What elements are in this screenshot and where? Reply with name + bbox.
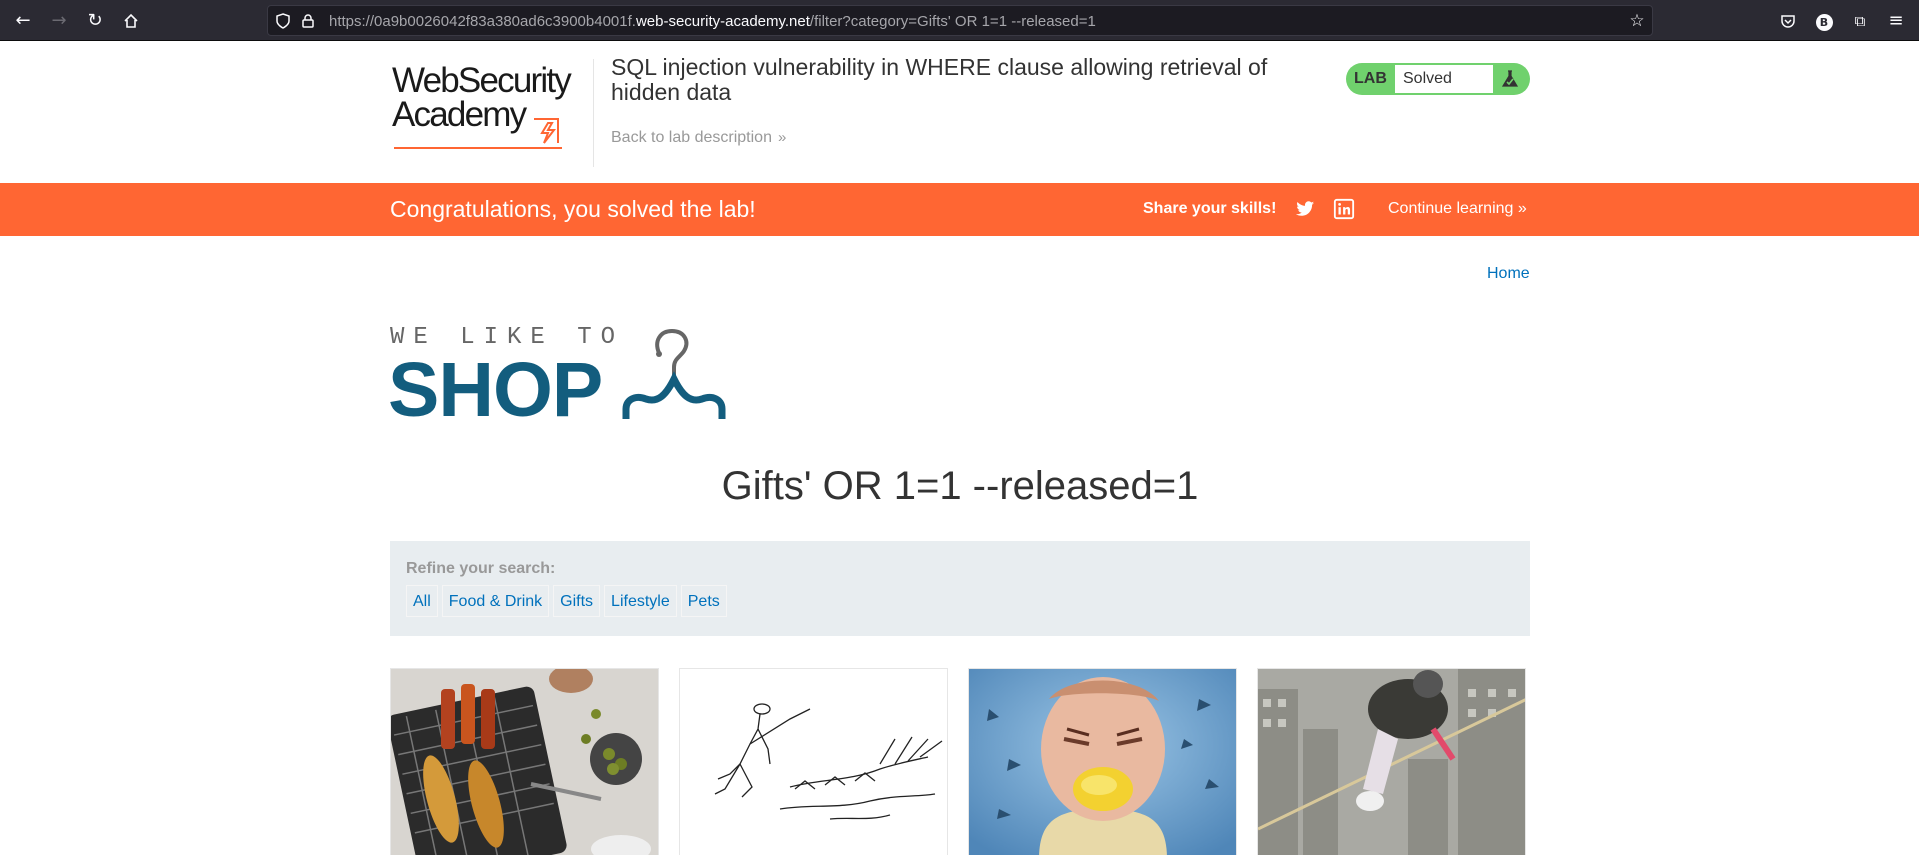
url-prefix: https://0a9b0026042f83a380ad6c3900b4001f… — [329, 13, 636, 30]
header-divider — [593, 59, 594, 167]
back-to-description-link[interactable]: Back to lab description » — [611, 129, 786, 147]
badge-lab-label: LAB — [1354, 70, 1387, 87]
url-host: web-security-academy.net — [635, 13, 810, 30]
product-card[interactable] — [679, 668, 948, 855]
browser-toolbar: ← → ↻ https://0a9b0026042f83a380ad6c3900… — [0, 0, 1919, 41]
product-card[interactable] — [968, 668, 1237, 855]
refine-label: Refine your search: — [406, 560, 556, 577]
home-link[interactable]: Home — [1487, 265, 1530, 283]
filter-gifts[interactable]: Gifts — [553, 585, 601, 617]
logo-line2: Academy — [392, 95, 527, 134]
logo-underline — [394, 147, 562, 149]
reload-icon[interactable]: ↻ — [82, 8, 108, 34]
shop-logo: WE LIKE TO SHOP — [388, 323, 750, 433]
academy-header: WebSecurity Academy SQL injection vulner… — [0, 41, 1919, 183]
page-heading: Gifts' OR 1=1 --released=1 — [721, 464, 1199, 508]
filter-lifestyle[interactable]: Lifestyle — [604, 585, 677, 617]
refine-search-panel: Refine your search: All Food & Drink Gif… — [390, 541, 1530, 636]
solved-banner: Congratulations, you solved the lab! Sha… — [0, 183, 1919, 236]
pocket-icon[interactable] — [1775, 8, 1801, 34]
lab-title: SQL injection vulnerability in WHERE cla… — [611, 54, 1268, 105]
skyscraper-tightrope-image — [1258, 669, 1525, 855]
profile-avatar[interactable]: B — [1811, 8, 1837, 34]
lightning-icon — [534, 118, 559, 144]
back-link-label: Back to lab description — [611, 129, 772, 146]
double-chevron-icon: » — [1517, 200, 1527, 217]
home-icon[interactable] — [118, 8, 144, 34]
barbecue-skewers-image — [391, 669, 658, 855]
filter-pets[interactable]: Pets — [680, 585, 727, 617]
flask-icon — [1501, 70, 1519, 87]
badge-status: Solved — [1395, 65, 1493, 93]
lab-status-badge: LAB Solved — [1346, 63, 1530, 95]
product-card[interactable] — [1257, 668, 1526, 855]
category-filters: All Food & Drink Gifts Lifestyle Pets — [406, 585, 727, 617]
bookmark-star-icon[interactable]: ☆ — [1627, 11, 1647, 31]
back-arrow-icon[interactable]: ← — [10, 8, 36, 34]
lemon-face-image — [969, 669, 1236, 855]
hunting-sketch-image — [680, 669, 947, 855]
share-label: Share your skills! — [1143, 200, 1277, 217]
filter-food-drink[interactable]: Food & Drink — [441, 585, 550, 617]
hanger-icon — [622, 329, 726, 419]
linkedin-icon[interactable] — [1333, 198, 1355, 220]
shop-logo-word: SHOP — [388, 347, 603, 433]
menu-icon[interactable]: ≡ — [1883, 8, 1909, 34]
address-bar[interactable]: https://0a9b0026042f83a380ad6c3900b4001f… — [267, 5, 1653, 36]
product-card[interactable] — [390, 668, 659, 855]
filter-all[interactable]: All — [406, 585, 438, 617]
url-path: /filter?category=Gifts' OR 1=1 --release… — [809, 13, 1096, 30]
shield-icon[interactable] — [273, 11, 293, 31]
profile-initial: B — [1815, 14, 1833, 31]
continue-learning-link[interactable]: Continue learning » — [1388, 200, 1527, 218]
lock-icon[interactable] — [298, 11, 318, 31]
twitter-icon[interactable] — [1294, 198, 1316, 220]
double-chevron-icon: » — [777, 129, 787, 146]
url-text[interactable]: https://0a9b0026042f83a380ad6c3900b4001f… — [329, 13, 1096, 30]
academy-logo[interactable]: WebSecurity Academy — [392, 61, 592, 149]
congrats-message: Congratulations, you solved the lab! — [390, 196, 756, 222]
continue-label: Continue learning — [1388, 200, 1514, 217]
extensions-icon[interactable]: ⧉ — [1847, 8, 1873, 34]
forward-arrow-icon[interactable]: → — [46, 8, 72, 34]
